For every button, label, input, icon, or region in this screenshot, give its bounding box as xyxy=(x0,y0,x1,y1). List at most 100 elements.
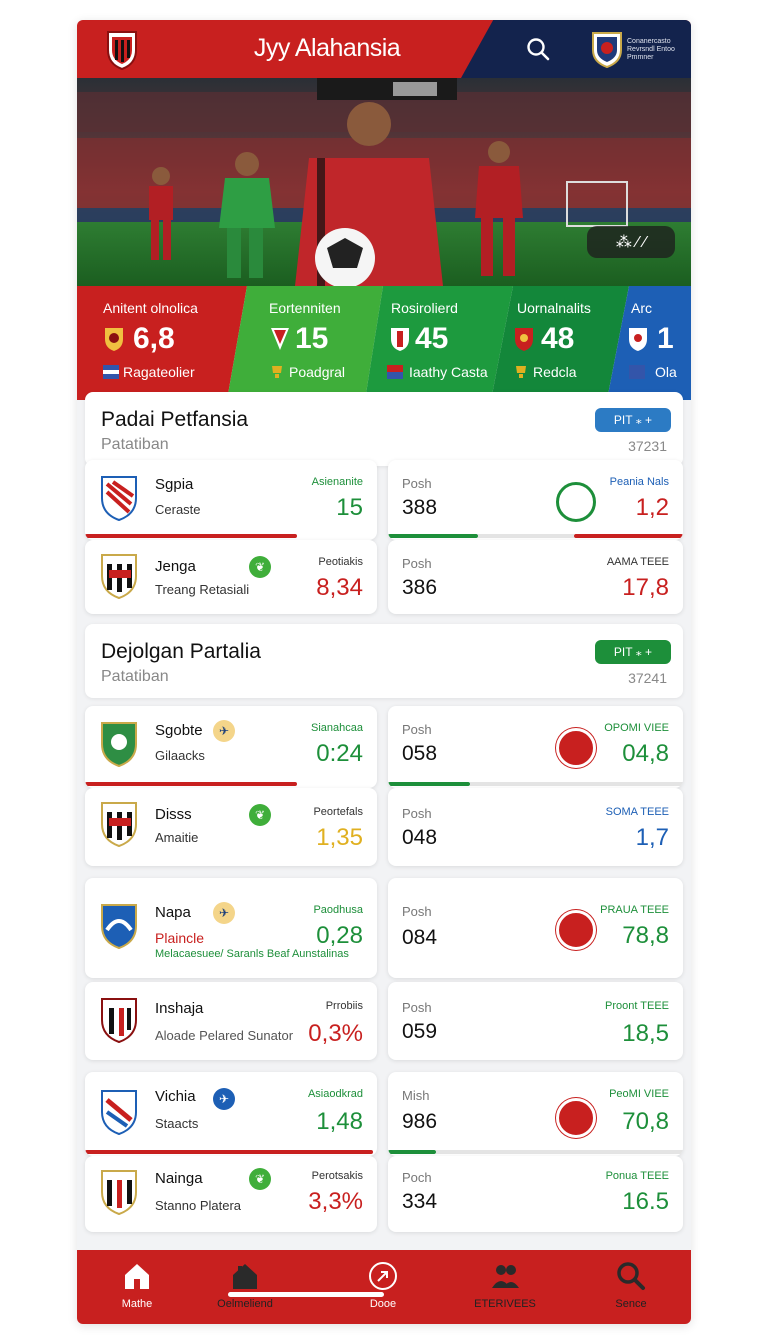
progress-track xyxy=(478,534,574,538)
club-crest-icon xyxy=(391,328,409,351)
club-crest-icon xyxy=(105,328,123,351)
right-label: PRAUA TEEE xyxy=(600,904,669,916)
right-label: OPOMI VIEE xyxy=(604,722,669,734)
stat-label: Peotiakis xyxy=(318,556,363,568)
partner-crest-icon xyxy=(592,32,622,68)
match-card[interactable]: Disss Amaitie ❦ Peortefals 1,35 xyxy=(85,788,377,866)
pos-label: Mish xyxy=(402,1088,430,1103)
progress-bar xyxy=(85,782,297,786)
pos-label: Posh xyxy=(402,476,432,491)
club-crest-icon xyxy=(101,722,137,768)
pos-value: 388 xyxy=(402,496,438,519)
pos-label: Posh xyxy=(402,1000,432,1015)
team-name: Sgpia xyxy=(155,476,194,493)
progress-bar xyxy=(85,1150,373,1154)
stat-label: Prrobiis xyxy=(325,1000,363,1012)
nav-item-oelmeliend[interactable]: Oelmeliend xyxy=(185,1250,305,1324)
nav-label: Oelmeliend xyxy=(217,1298,273,1310)
right-value: 78,8 xyxy=(622,922,669,949)
flag-icon xyxy=(387,365,403,379)
section-header-1: Padai Petfansia Patatiban PIT ⁎ + 37231 xyxy=(85,392,683,466)
flag-icon xyxy=(103,365,119,379)
match-card[interactable]: Sgobte Gilaacks ✈ Sianahcaa 0:24 xyxy=(85,706,377,788)
app-header: Jyy Alahansia Conanercasto Revrsndl Ento… xyxy=(77,20,691,78)
partner-badge[interactable]: Conanercasto Revrsndl Entoo Pmmner xyxy=(589,28,685,70)
stats-strip: Anitent olnolica 6,8 Ragateolier Eortenn… xyxy=(77,286,691,400)
bottom-nav: Mathe Oelmeliend Dooe ETERIVEES Sence xyxy=(77,1250,691,1324)
team-name: Jenga xyxy=(155,558,196,575)
right-value: 1,7 xyxy=(635,824,669,851)
team-name: Sgobte xyxy=(155,722,203,739)
section-subtitle: Patatiban xyxy=(101,668,169,685)
stat-sub: Poadgral xyxy=(289,364,346,380)
stat-tile-2[interactable]: Eortenniten 15 Poadgral xyxy=(247,286,377,400)
airplane-icon: ✈ xyxy=(213,720,235,742)
nav-item-eterivees[interactable]: ETERIVEES xyxy=(445,1250,565,1324)
team-sub: Gilaacks xyxy=(155,748,205,763)
nav-item-dooe[interactable]: Dooe xyxy=(323,1250,443,1324)
nav-item-search[interactable]: Sence xyxy=(571,1250,691,1324)
hero-media-controls[interactable]: ⁂ ⁄ ⁄ xyxy=(587,226,675,258)
match-detail-card[interactable]: Posh 059 Proont TEEE 18,5 xyxy=(388,982,683,1060)
section-filter-pill[interactable]: PIT ⁎ + xyxy=(595,408,671,432)
search-icon[interactable] xyxy=(525,36,551,62)
match-card[interactable]: Napa Plaincle Melacaesuee/ Saranls Beaf … xyxy=(85,878,377,978)
stat-label: Perotsakis xyxy=(311,1170,363,1182)
match-card[interactable]: Inshaja Aloade Pelared Sunator Prrobiis … xyxy=(85,982,377,1060)
app-frame: Jyy Alahansia Conanercasto Revrsndl Ento… xyxy=(77,20,691,1324)
match-detail-card[interactable]: Posh 058 OPOMI VIEE 04,8 xyxy=(388,706,683,788)
match-detail-card[interactable]: Posh 048 SOMA TEEE 1,7 xyxy=(388,788,683,866)
pos-label: Posh xyxy=(402,722,432,737)
team-emblem-icon xyxy=(556,728,596,768)
team-name: Disss xyxy=(155,806,192,823)
match-card[interactable]: Nainga Stanno Platera ❦ Perotsakis 3,3% xyxy=(85,1156,377,1232)
match-card[interactable]: Vichia Staacts ✈ Asiaodkrad 1,48 xyxy=(85,1072,377,1156)
match-card[interactable]: Sgpia Ceraste Asienanite 15 xyxy=(85,460,377,540)
stat-tile-1[interactable]: Anitent olnolica 6,8 Ragateolier xyxy=(77,286,237,400)
match-detail-card[interactable]: Posh 388 Peania Nals 1,2 xyxy=(388,460,683,540)
stat-value: 15 xyxy=(336,494,363,521)
match-detail-card[interactable]: Poch 334 Ponua TEEE 16.5 xyxy=(388,1156,683,1232)
right-value: 1,2 xyxy=(635,494,669,521)
stat-label: Asiaodkrad xyxy=(307,1088,363,1100)
hero-banner[interactable]: ⁂ ⁄ ⁄ xyxy=(77,78,691,286)
match-detail-card[interactable]: Posh 386 AAMA TEEE 17,8 xyxy=(388,540,683,614)
airplane-icon: ✈ xyxy=(213,902,235,924)
match-detail-card[interactable]: Mish 986 PeoMI VIEE 70,8 xyxy=(388,1072,683,1156)
right-value: 16.5 xyxy=(622,1188,669,1215)
stat-label: Eortenniten xyxy=(269,300,341,316)
club-crest-icon xyxy=(101,1170,137,1216)
stat-tile-4[interactable]: Uornalnalits 48 Redcla xyxy=(513,286,623,400)
stat-value: 0,28 xyxy=(316,922,363,949)
stat-value: 15 xyxy=(295,322,329,355)
right-label: Ponua TEEE xyxy=(605,1170,669,1182)
stat-tile-3[interactable]: Rosirolierd 45 Iaathy Casta xyxy=(383,286,507,400)
team-name: Napa xyxy=(155,904,191,921)
team-name: Nainga xyxy=(155,1170,203,1187)
stat-tile-5[interactable]: Arc 1 Ola xyxy=(627,286,691,400)
nav-label: Dooe xyxy=(369,1298,397,1310)
partner-text: Conanercasto Revrsndl Entoo Pmmner xyxy=(627,38,675,61)
home-indicator[interactable] xyxy=(228,1292,384,1297)
section-code: 37231 xyxy=(628,438,667,454)
team-sub: Aloade Pelared Sunator xyxy=(155,1028,294,1043)
right-label: SOMA TEEE xyxy=(605,806,669,818)
club-crest-icon xyxy=(101,904,137,950)
pos-value: 059 xyxy=(402,1020,438,1043)
stat-label: Arc xyxy=(631,300,652,316)
stat-label: Uornalnalits xyxy=(517,300,591,316)
pos-value: 084 xyxy=(402,926,438,949)
club-crest-icon[interactable] xyxy=(105,28,139,70)
nav-item-home[interactable]: Mathe xyxy=(77,1250,197,1324)
right-label: Peania Nals xyxy=(609,476,669,488)
club-crest-icon xyxy=(515,328,533,351)
stat-label: Rosirolierd xyxy=(391,300,458,316)
pos-value: 048 xyxy=(402,826,438,849)
club-crest-icon xyxy=(101,476,137,522)
pos-label: Posh xyxy=(402,806,432,821)
section-code: 37241 xyxy=(628,670,667,686)
stat-value: 45 xyxy=(415,322,449,355)
match-detail-card[interactable]: Posh 084 PRAUA TEEE 78,8 xyxy=(388,878,683,978)
section-filter-pill[interactable]: PIT ⁎ + xyxy=(595,640,671,664)
match-card[interactable]: Jenga Treang Retasiali ❦ Peotiakis 8,34 xyxy=(85,540,377,614)
